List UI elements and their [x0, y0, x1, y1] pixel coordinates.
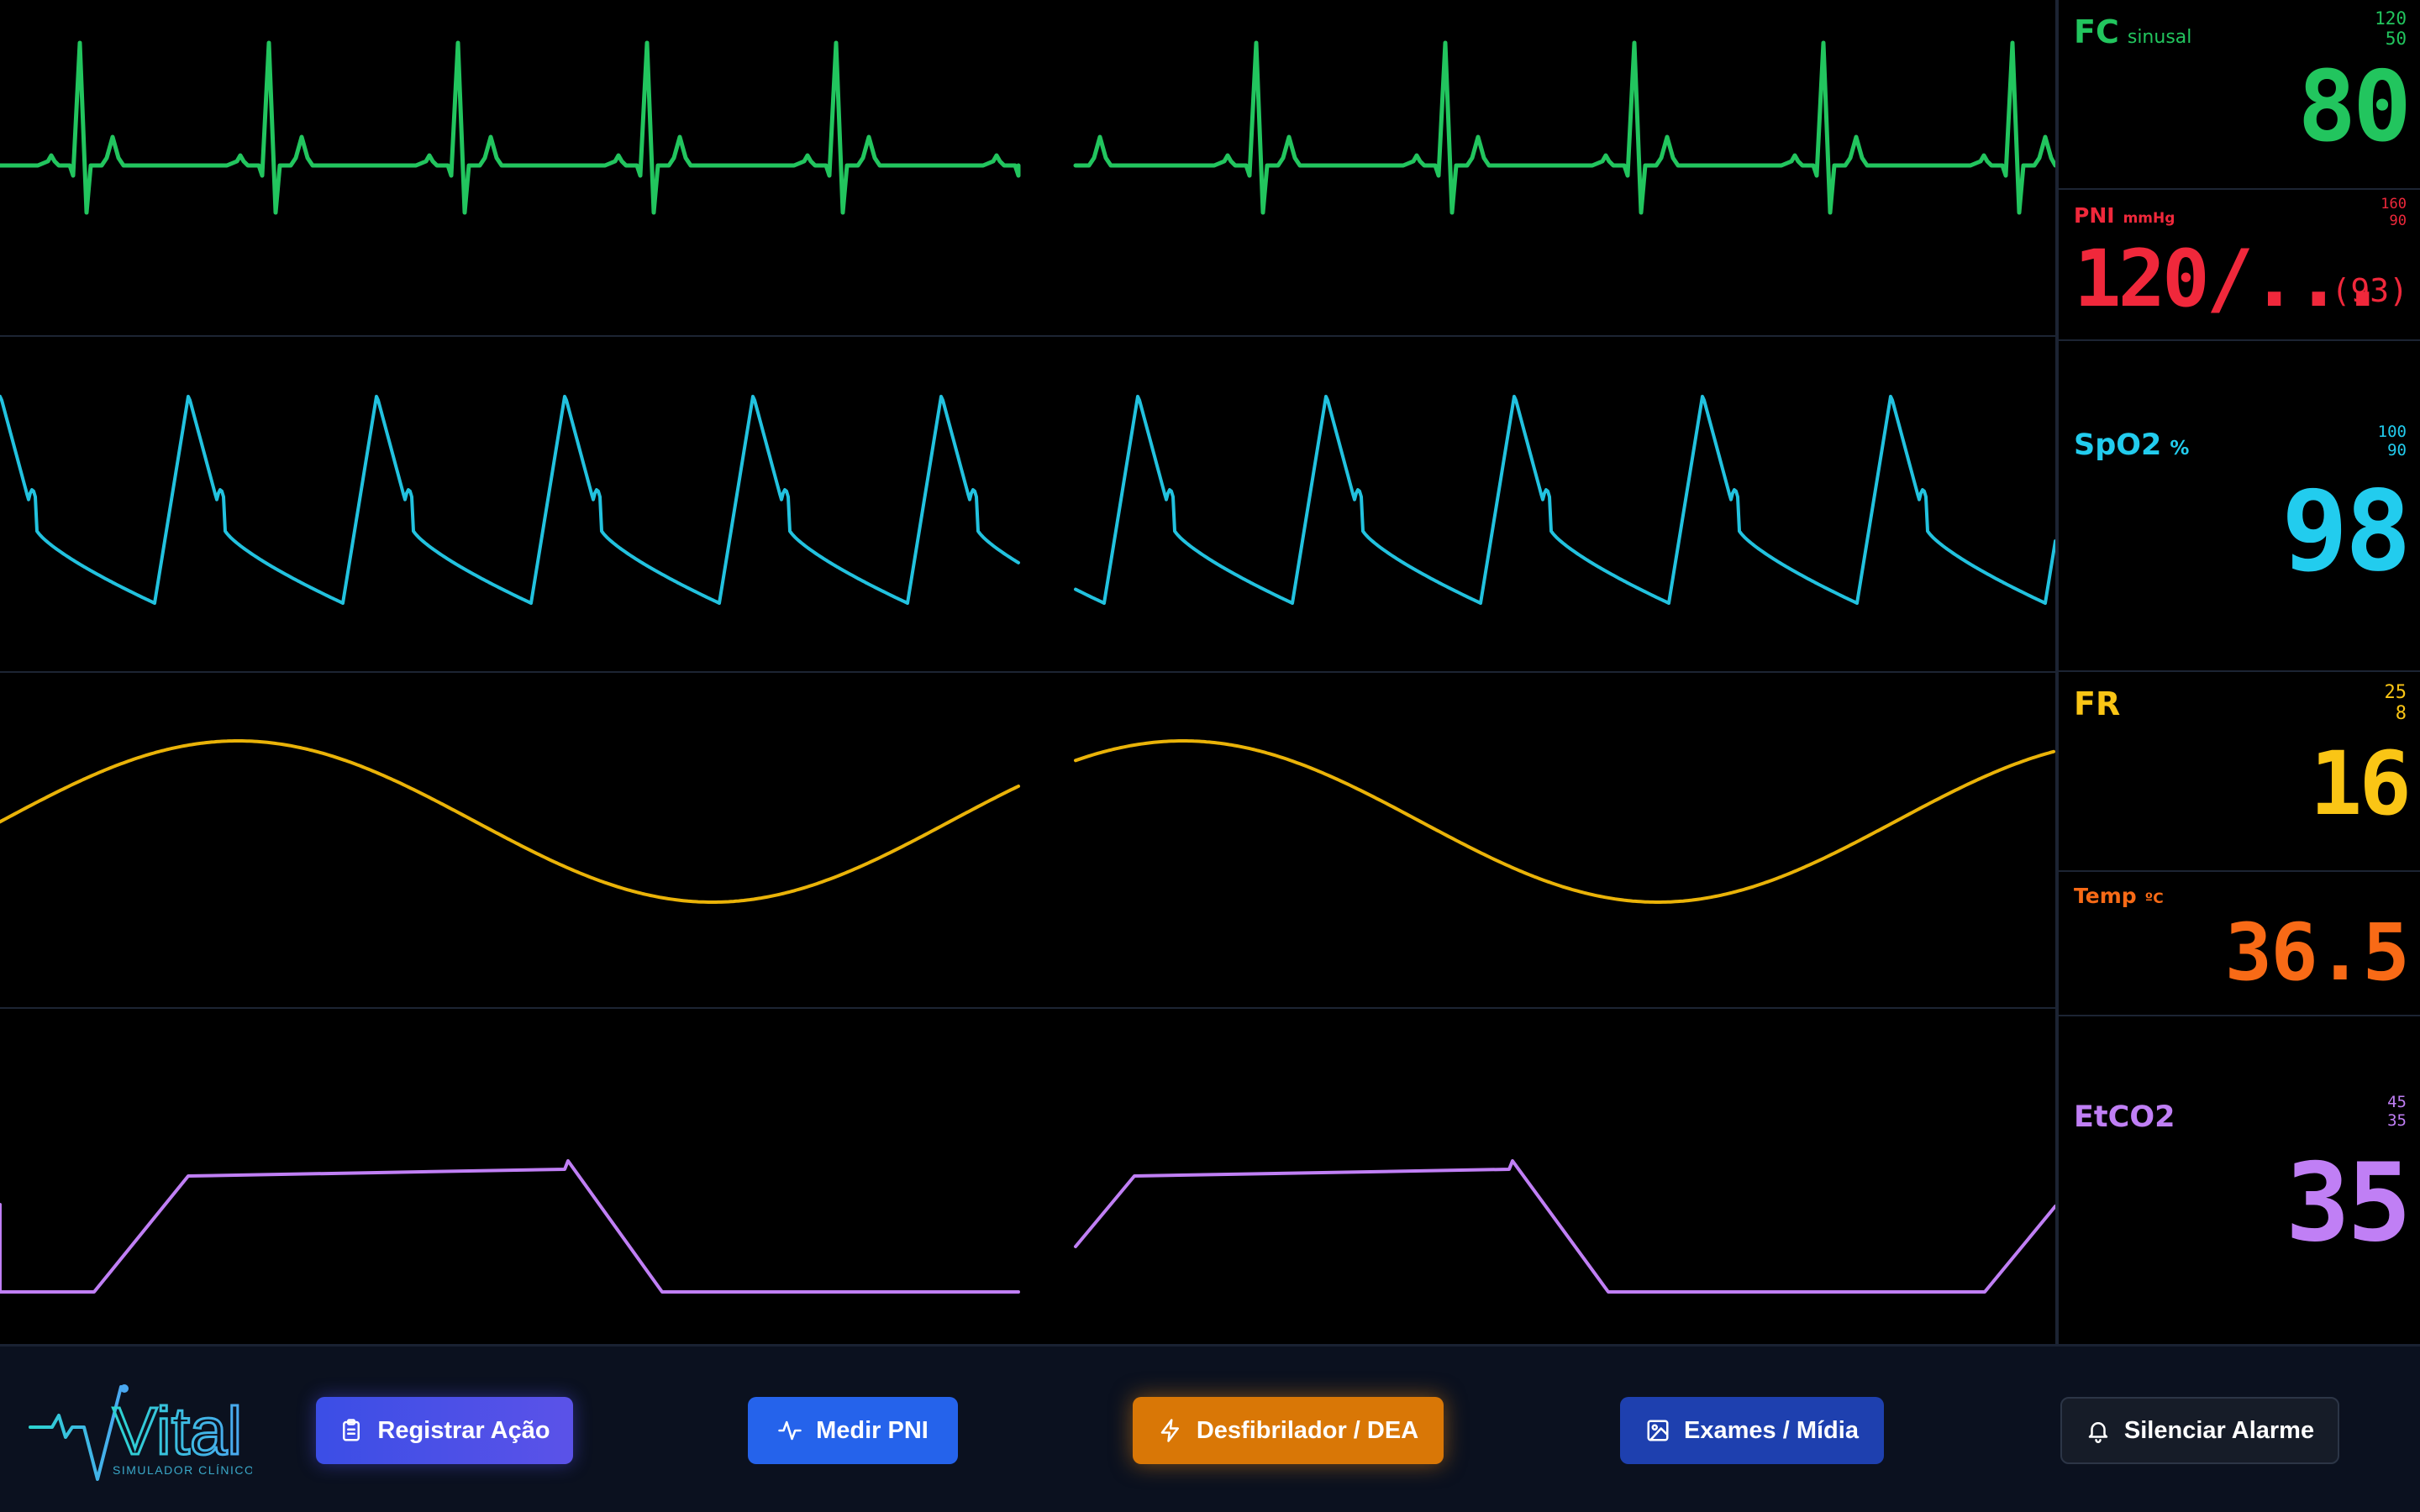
- etco2-alarm-high: 45: [2387, 1093, 2407, 1111]
- temp-unit: ºC: [2144, 890, 2164, 907]
- ecg-trace: [0, 40, 1021, 215]
- vital-spo2[interactable]: SpO2% 100 90 98: [2059, 341, 2420, 672]
- exames-midia-button[interactable]: Exames / Mídia: [1620, 1397, 1884, 1464]
- spo2-pleth-waveform: [0, 395, 2055, 605]
- action-bar: Vital SIMULADOR CLÍNICO Registrar Ação M…: [0, 1344, 2420, 1512]
- fc-label-text: FC: [2074, 13, 2119, 50]
- patient-monitor-screen: FC sinusal 120 50 80 PNI mmHg 160 90 120/.…: [0, 0, 2420, 1512]
- fc-range: 120 50: [2375, 8, 2407, 49]
- ecg-trace: [1073, 40, 2055, 215]
- capnography-waveform: [0, 1159, 2055, 1294]
- resp-trace: [1074, 739, 2055, 904]
- waveform-area: [0, 40, 2055, 1294]
- pleth-trace: [1074, 395, 2055, 605]
- pni-alarm-low: 90: [2389, 212, 2407, 229]
- fc-label: FC sinusal: [2074, 13, 2191, 50]
- logo-text: Vital: [113, 1394, 242, 1468]
- fr-label: FR: [2074, 685, 2121, 722]
- bell-icon: [2088, 1422, 2108, 1443]
- clipboard-icon: [343, 1419, 360, 1441]
- spo2-label-text: SpO2: [2074, 428, 2162, 462]
- pleth-trace: [0, 395, 1020, 605]
- capno-trace: [0, 1159, 1020, 1294]
- logo-subtitle: SIMULADOR CLÍNICO: [113, 1463, 252, 1477]
- desfibrilador-label: Desfibrilador / DEA: [1196, 1416, 1419, 1444]
- fr-value: 16: [2309, 732, 2412, 835]
- vital-logo: Vital SIMULADOR CLÍNICO: [29, 1384, 252, 1481]
- spo2-value: 98: [2281, 467, 2412, 596]
- spo2-unit: %: [2170, 438, 2190, 459]
- medir-pni-label: Medir PNI: [816, 1416, 929, 1444]
- image-icon: [1647, 1420, 1669, 1441]
- temp-value: 36.5: [2224, 907, 2410, 999]
- registrar-acao-label: Registrar Ação: [377, 1416, 550, 1444]
- temp-label: Temp ºC: [2074, 884, 2164, 908]
- pni-range: 160 90: [2381, 196, 2407, 229]
- silenciar-alarme-button[interactable]: Silenciar Alarme: [2060, 1397, 2339, 1464]
- fc-rhythm: sinusal: [2127, 27, 2192, 48]
- resp-trace: [0, 739, 1020, 904]
- pni-alarm-high: 160: [2381, 196, 2407, 213]
- vital-fc[interactable]: FC sinusal 120 50 80: [2059, 0, 2420, 190]
- spo2-alarm-high: 100: [2377, 423, 2407, 441]
- exames-midia-label: Exames / Mídia: [1684, 1416, 1859, 1444]
- vital-temp[interactable]: Temp ºC 36.5: [2059, 872, 2420, 1016]
- etco2-range: 45 35: [2387, 1093, 2407, 1131]
- fc-alarm-low: 50: [2385, 29, 2407, 50]
- vital-pni[interactable]: PNI mmHg 160 90 120/... (93): [2059, 190, 2420, 341]
- medir-pni-button[interactable]: Medir PNI: [748, 1397, 958, 1464]
- fc-alarm-high: 120: [2375, 8, 2407, 29]
- pni-unit: mmHg: [2123, 210, 2175, 227]
- vitals-panel: FC sinusal 120 50 80 PNI mmHg 160 90 120/.…: [2055, 0, 2420, 1344]
- capno-trace: [1074, 1159, 2055, 1294]
- activity-icon: [778, 1420, 802, 1441]
- spo2-range: 100 90: [2378, 423, 2407, 460]
- fr-alarm-high: 25: [2384, 682, 2407, 703]
- silenciar-alarme-label: Silenciar Alarme: [2123, 1416, 2315, 1444]
- vital-etco2[interactable]: EtCO2 45 35 35: [2059, 1016, 2420, 1344]
- pni-mean: (93): [2331, 272, 2408, 309]
- vital-fr[interactable]: FR 25 8 16: [2059, 672, 2420, 872]
- respiration-waveform: [0, 739, 2055, 904]
- lightning-icon: [1160, 1419, 1179, 1442]
- ecg-waveform: [0, 40, 2055, 215]
- fr-range: 25 8: [2385, 682, 2407, 725]
- etco2-label: EtCO2: [2074, 1100, 2175, 1134]
- spo2-label: SpO2%: [2074, 428, 2189, 462]
- fc-value: 80: [2297, 50, 2412, 164]
- pni-label-text: PNI: [2074, 203, 2115, 228]
- pni-label: PNI mmHg: [2074, 203, 2175, 228]
- spo2-alarm-low: 90: [2387, 440, 2407, 459]
- fr-alarm-low: 8: [2395, 703, 2407, 725]
- etco2-value: 35: [2285, 1141, 2412, 1266]
- etco2-alarm-low: 35: [2387, 1110, 2407, 1130]
- temp-label-text: Temp: [2074, 884, 2137, 908]
- desfibrilador-button[interactable]: Desfibrilador / DEA: [1133, 1397, 1444, 1464]
- registrar-acao-button[interactable]: Registrar Ação: [316, 1397, 573, 1464]
